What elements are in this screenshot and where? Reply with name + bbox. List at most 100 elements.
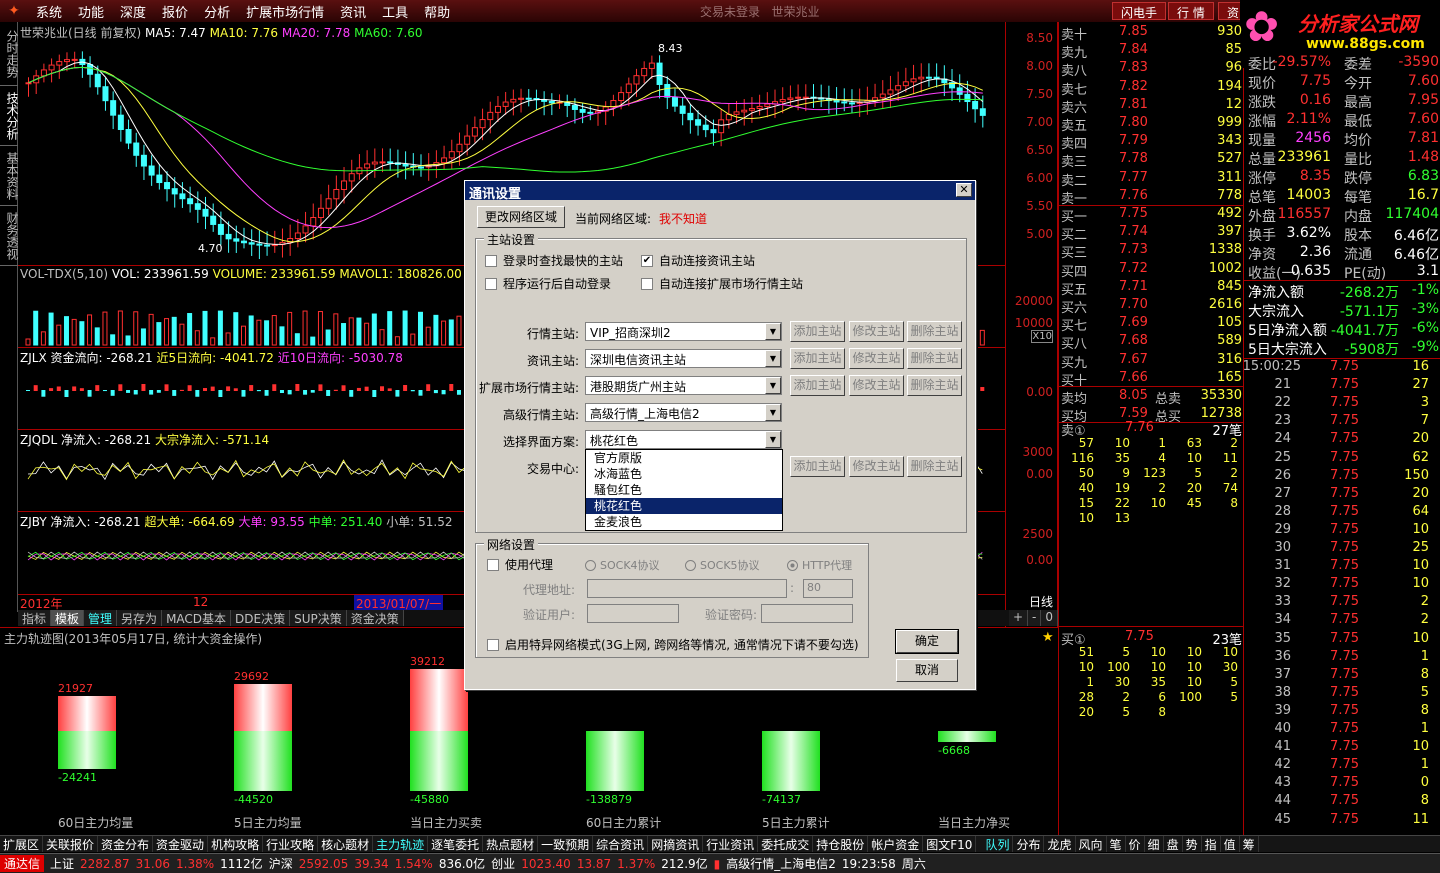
http-proxy-radio[interactable]: HTTP代理 [787, 557, 852, 573]
strip-tab[interactable]: 盘 [1164, 836, 1183, 852]
tab-intraday[interactable]: 分时走势 [0, 22, 19, 86]
strip-tab[interactable]: 机构攻略 [208, 836, 264, 852]
chevron-down-icon[interactable]: ▼ [765, 377, 781, 394]
ok-button[interactable]: 确定 [895, 629, 959, 654]
station-select[interactable]: 深圳电信资讯主站 ▼ [585, 349, 782, 368]
tab-financial[interactable]: 财务透视 [0, 206, 19, 266]
tab-indicator[interactable]: 指标 [18, 610, 52, 626]
strip-tab[interactable]: 笔 [1107, 836, 1126, 852]
scheme-option-selected[interactable]: 桃花红色 [586, 498, 782, 514]
strip-tab[interactable]: 队列 [982, 836, 1014, 852]
tab-dde[interactable]: DDE决策 [231, 610, 291, 626]
edit-station-button[interactable]: 修改主站 [849, 375, 904, 396]
special-network-checkbox[interactable]: 启用特异网络模式(3G上网, 跨网络等情况, 通常情况下请不要勾选) [487, 636, 859, 653]
scheme-option[interactable]: 冰海蓝色 [586, 466, 782, 482]
sock4-radio[interactable]: SOCK4协议 [585, 557, 660, 573]
scheme-option[interactable]: 官方原版 [586, 450, 782, 466]
sell-level-row[interactable]: 卖八 7.83 96 [1059, 60, 1244, 79]
flash-trade-button[interactable]: 闪电手 [1112, 2, 1167, 20]
strip-tab[interactable]: 核心题材 [318, 836, 374, 852]
quote-button[interactable]: 行 情 [1168, 2, 1214, 20]
strip-tab[interactable]: 分布 [1013, 836, 1045, 852]
chevron-down-icon[interactable]: ▼ [765, 404, 781, 421]
close-icon[interactable]: ✕ [956, 183, 972, 197]
strip-tab[interactable]: 主力轨迹 [373, 836, 429, 852]
find-fastest-checkbox[interactable]: 登录时查找最快的主站 [485, 252, 623, 269]
buy-level-row[interactable]: 买二 7.74 397 [1059, 224, 1244, 243]
proxy-address-input[interactable] [587, 579, 787, 598]
menu-ext-market[interactable]: 扩展市场行情 [238, 2, 332, 21]
sell-level-row[interactable]: 卖四 7.79 343 [1059, 133, 1244, 152]
strip-tab[interactable]: 资金分布 [98, 836, 154, 852]
sell-level-row[interactable]: 卖二 7.77 311 [1059, 170, 1244, 189]
buy-level-row[interactable]: 买一 7.75 492 [1059, 206, 1244, 225]
buy-level-row[interactable]: 买八 7.68 589 [1059, 333, 1244, 352]
verify-pwd-input[interactable] [761, 604, 853, 623]
sell-level-row[interactable]: 卖六 7.81 12 [1059, 97, 1244, 116]
strip-tab[interactable]: 价 [1126, 836, 1145, 852]
scheme-dropdown-list[interactable]: 官方原版 冰海蓝色 騷包红色 桃花红色 金麦浪色 [585, 449, 783, 531]
tab-template[interactable]: 模板 [51, 610, 85, 626]
edit-station-button[interactable]: 修改主站 [849, 456, 904, 477]
add-station-button[interactable]: 添加主站 [790, 321, 845, 342]
strip-tab[interactable]: 委托成交 [758, 836, 814, 852]
verify-user-input[interactable] [587, 604, 679, 623]
delete-station-button[interactable]: 删除主站 [907, 348, 962, 369]
tab-technical[interactable]: 技术分析 [0, 86, 19, 146]
delete-station-button[interactable]: 删除主站 [907, 321, 962, 342]
buy-level-row[interactable]: 买三 7.73 1338 [1059, 242, 1244, 261]
add-station-button[interactable]: 添加主站 [790, 456, 845, 477]
sell-level-row[interactable]: 卖五 7.80 999 [1059, 115, 1244, 134]
strip-tab[interactable]: 行业攻略 [263, 836, 319, 852]
change-region-button[interactable]: 更改网络区域 [477, 206, 565, 228]
buy-level-row[interactable]: 买六 7.70 2616 [1059, 297, 1244, 316]
strip-tab[interactable]: 帐户资金 [868, 836, 924, 852]
add-station-button[interactable]: 添加主站 [790, 375, 845, 396]
tab-sup[interactable]: SUP决策 [290, 610, 347, 626]
strip-tab[interactable]: 图文F10 [923, 836, 977, 852]
buy-level-row[interactable]: 买九 7.67 316 [1059, 352, 1244, 371]
menu-analysis[interactable]: 分析 [196, 2, 238, 21]
menu-info[interactable]: 资讯 [332, 2, 374, 21]
station-select[interactable]: 桃花红色 ▼ [585, 430, 782, 449]
station-select[interactable]: 高级行情_上海电信2 ▼ [585, 403, 782, 422]
strip-tab[interactable]: 龙虎 [1044, 836, 1076, 852]
sell-level-row[interactable]: 卖一 7.76 778 [1059, 188, 1244, 207]
strip-tab[interactable]: 行业资讯 [703, 836, 759, 852]
station-select[interactable]: 港股期货广州主站 ▼ [585, 376, 782, 395]
auto-login-checkbox[interactable]: 程序运行后自动登录 [485, 275, 611, 292]
tab-manage[interactable]: 管理 [84, 610, 118, 626]
zoom-reset-button[interactable]: 0 [1041, 610, 1058, 626]
strip-tab[interactable]: 筹 [1240, 836, 1259, 852]
use-proxy-checkbox[interactable]: 使用代理 [487, 556, 553, 573]
tab-saveas[interactable]: 另存为 [117, 610, 163, 626]
cancel-button[interactable]: 取消 [896, 659, 958, 682]
strip-tab[interactable]: 风向 [1076, 836, 1107, 852]
strip-tab[interactable]: 持仓股份 [813, 836, 869, 852]
strip-tab[interactable]: 势 [1183, 836, 1202, 852]
menu-tools[interactable]: 工具 [374, 2, 416, 21]
strip-tab[interactable]: 关联报价 [43, 836, 99, 852]
strip-tab[interactable]: 细 [1145, 836, 1164, 852]
sell-level-row[interactable]: 卖九 7.84 85 [1059, 42, 1244, 61]
buy-level-row[interactable]: 买五 7.71 845 [1059, 279, 1244, 298]
chevron-down-icon[interactable]: ▼ [765, 350, 781, 367]
strip-tab[interactable]: 综合资讯 [593, 836, 649, 852]
scheme-option[interactable]: 騷包红色 [586, 482, 782, 498]
strip-tab[interactable]: 逐笔委托 [428, 836, 484, 852]
tab-macd[interactable]: MACD基本 [162, 610, 232, 626]
menu-help[interactable]: 帮助 [416, 2, 458, 21]
station-select[interactable]: VIP_招商深圳2 ▼ [585, 322, 782, 341]
proxy-port-input[interactable]: 80 [803, 579, 853, 598]
delete-station-button[interactable]: 删除主站 [907, 456, 962, 477]
zoom-in-button[interactable]: + [1008, 610, 1029, 626]
sell-level-row[interactable]: 卖十 7.85 930 [1059, 24, 1244, 43]
tab-basic-info[interactable]: 基本资料 [0, 146, 19, 206]
star-icon[interactable]: ★ [1042, 630, 1054, 645]
tab-capital[interactable]: 资金决策 [346, 610, 404, 626]
delete-station-button[interactable]: 删除主站 [907, 375, 962, 396]
chevron-down-icon[interactable]: ▼ [765, 323, 781, 340]
strip-tab[interactable]: 扩展区 [0, 836, 44, 852]
buy-level-row[interactable]: 买七 7.69 105 [1059, 315, 1244, 334]
buy-level-row[interactable]: 买四 7.72 1002 [1059, 261, 1244, 280]
